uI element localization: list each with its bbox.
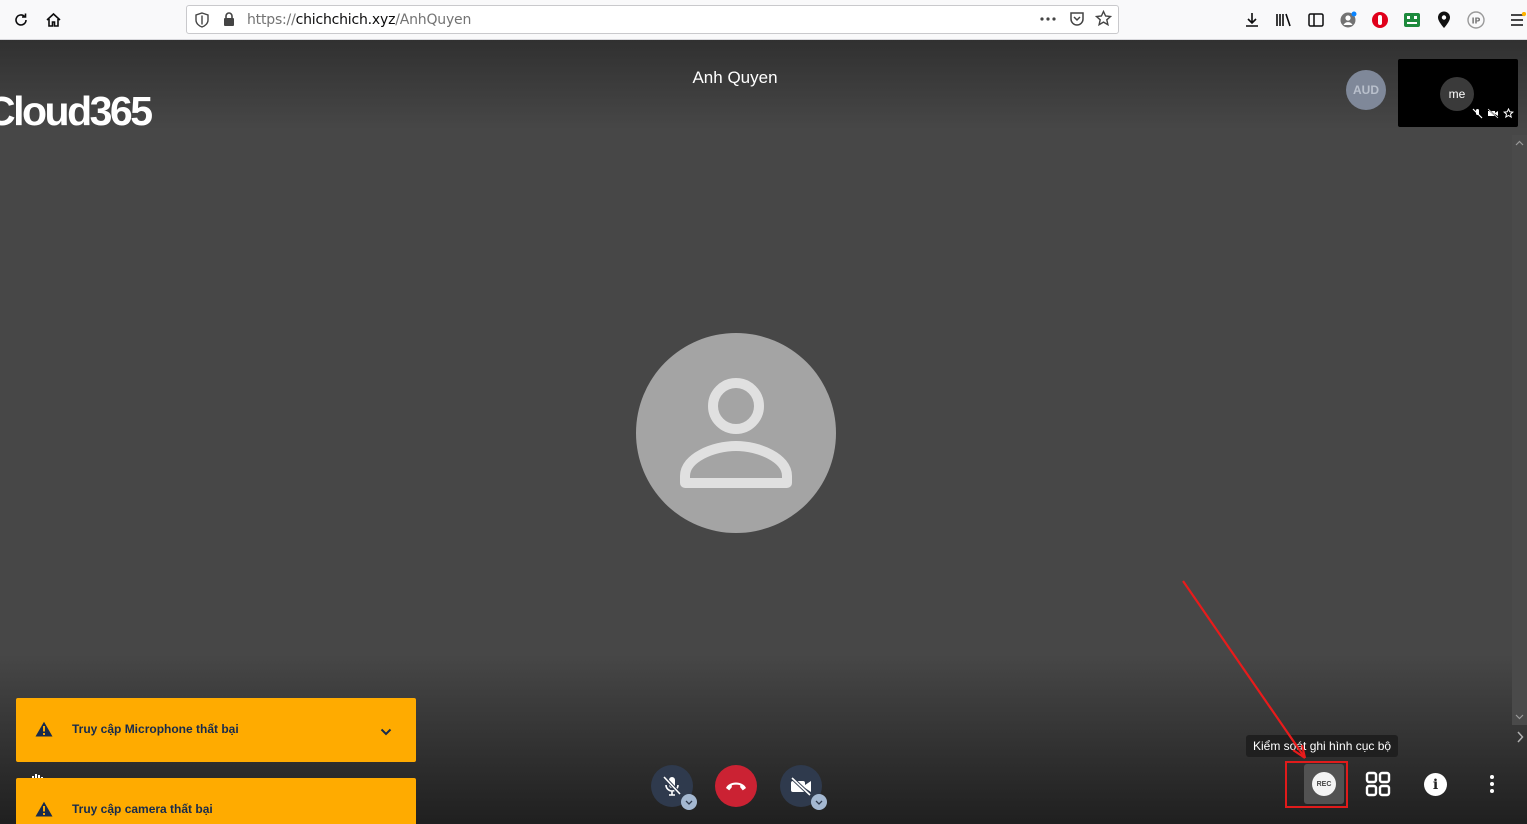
filmstrip-scrollbar[interactable] [1512,135,1527,725]
url-scheme: https:// [247,12,296,28]
participant-avatar [636,333,836,533]
mic-options-chevron-icon[interactable] [681,794,697,810]
filmstrip-toggle-icon[interactable] [1512,730,1527,744]
notification-text: Truy cập Microphone thất bại [72,722,239,736]
tile-view-icon [1365,771,1391,797]
browser-toolbar: https://chichchich.xyz/AnhQuyen IP [0,0,1527,40]
recording-tooltip: Kiểm soát ghi hình cục bộ [1246,735,1399,757]
home-icon[interactable] [41,8,65,32]
lock-icon[interactable] [223,12,235,32]
chevron-down-icon[interactable] [380,723,392,741]
camera-off-icon [790,776,812,796]
microphone-error-notification: Truy cập Microphone thất bại [16,698,416,762]
camera-options-chevron-icon[interactable] [811,794,827,810]
tile-view-button[interactable] [1365,771,1391,802]
camera-off-icon [1487,106,1499,124]
muted-mic-icon [1472,106,1483,124]
pocket-icon[interactable] [1069,11,1085,32]
camera-error-notification: Truy cập camera thất bại [16,778,416,824]
scroll-down-arrow-icon[interactable] [1512,710,1527,724]
local-video-thumbnail[interactable]: me [1398,59,1518,127]
more-options-button[interactable] [1482,773,1502,800]
extension-green-icon[interactable] [1400,8,1424,32]
account-icon[interactable] [1336,8,1360,32]
warning-icon [35,721,53,742]
location-extension-icon[interactable] [1432,8,1456,32]
sidebar-icon[interactable] [1304,8,1328,32]
moderator-star-icon [1502,106,1515,124]
downloads-icon[interactable] [1240,8,1264,32]
page-actions-icon[interactable] [1039,11,1057,32]
tracking-shield-icon[interactable] [195,12,209,33]
thumbnail-status-icons [1472,106,1515,124]
scroll-up-arrow-icon[interactable] [1512,136,1527,150]
phone-hangup-icon [726,782,746,791]
local-avatar: me [1440,77,1474,111]
brand-logo: Cloud365 [0,88,153,134]
meeting-stage: Cloud365 Anh Quyen AUD me Truy cập Micro… [0,40,1527,824]
meeting-title: Anh Quyen [692,68,778,87]
hangup-button[interactable] [715,765,757,807]
ip-extension-icon[interactable]: IP [1464,8,1488,32]
svg-text:IP: IP [1472,17,1481,26]
bookmark-star-icon[interactable] [1094,9,1113,32]
url-path: /AnhQuyen [395,12,472,28]
warning-icon [35,801,53,822]
more-vertical-icon [1490,775,1494,793]
muted-microphone-icon [662,775,682,796]
reload-icon[interactable] [9,8,33,32]
url-bar[interactable]: https://chichchich.xyz/AnhQuyen [186,5,1119,34]
info-button[interactable]: i [1424,773,1447,796]
notification-text: Truy cập camera thất bại [72,802,213,816]
menu-hamburger-icon[interactable] [1505,8,1527,32]
library-icon[interactable] [1272,8,1296,32]
remote-participant-badge[interactable]: AUD [1346,70,1386,110]
url-text[interactable]: https://chichchich.xyz/AnhQuyen [247,12,471,28]
url-host: chichchich.xyz [295,12,396,28]
annotation-highlight-box [1285,761,1348,808]
camera-toggle-button[interactable] [780,765,827,810]
microphone-toggle-button[interactable] [651,765,697,810]
adblock-extension-icon[interactable] [1368,8,1392,32]
user-placeholder-icon [680,378,792,488]
